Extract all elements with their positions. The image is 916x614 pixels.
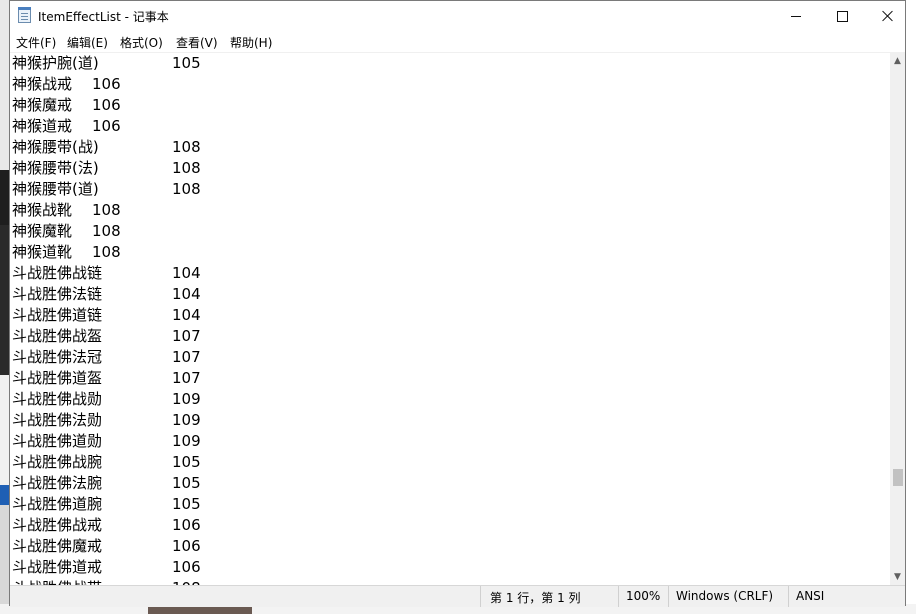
close-button[interactable] [865,1,911,31]
item-name: 神猴腰带(战) [12,138,99,156]
item-effect-value: 106 [92,117,121,135]
item-effect-value: 104 [172,306,201,324]
close-icon [882,10,894,22]
status-divider [788,586,789,607]
status-bar: 第 1 行，第 1 列 100% Windows (CRLF) ANSI [10,585,905,607]
status-divider [618,586,619,607]
item-effect-value: 105 [172,474,201,492]
menu-view[interactable]: 查看(V) [176,34,218,51]
item-effect-value: 106 [172,516,201,534]
scroll-down-icon[interactable]: ▼ [890,568,905,585]
item-name: 神猴道靴 [12,243,73,261]
item-effect-value: 108 [92,222,121,240]
item-name: 斗战胜佛法链 [12,285,103,303]
item-effect-value: 106 [92,96,121,114]
item-name: 斗战胜佛战腕 [12,453,103,471]
item-name: 斗战胜佛道链 [12,306,103,324]
title-bar: ItemEffectList - 记事本 [10,1,905,31]
status-encoding: ANSI [796,589,825,603]
item-effect-value: 108 [172,159,201,177]
item-name: 斗战胜佛道戒 [12,558,103,576]
item-name: 神猴战靴 [12,201,73,219]
background-desktop [906,0,916,614]
item-effect-value: 108 [172,138,201,156]
item-effect-value: 107 [172,369,201,387]
item-effect-value: 106 [92,75,121,93]
item-name: 神猴腰带(法) [12,159,99,177]
status-divider [480,586,481,607]
item-name: 斗战胜佛道勋 [12,432,103,450]
item-effect-value: 108 [92,201,121,219]
item-effect-value: 106 [172,537,201,555]
menu-help[interactable]: 帮助(H) [230,34,272,51]
item-name: 神猴腰带(道) [12,180,99,198]
minimize-icon [791,15,801,17]
item-effect-value: 107 [172,348,201,366]
window-title: ItemEffectList - 记事本 [38,10,169,24]
scroll-thumb[interactable] [893,469,903,486]
item-name: 神猴战戒 [12,75,73,93]
item-effect-value: 108 [172,180,201,198]
item-effect-value: 107 [172,327,201,345]
item-name: 斗战胜佛道腕 [12,495,103,513]
item-effect-value: 108 [92,243,121,261]
item-name: 斗战胜佛战链 [12,264,103,282]
notepad-window: ItemEffectList - 记事本 文件(F) 编辑(E) 格式(O) 查… [9,0,906,607]
item-name: 神猴护腕(道) [12,54,99,72]
item-name: 斗战胜佛战盔 [12,327,103,345]
item-effect-value: 105 [172,54,201,72]
menu-file[interactable]: 文件(F) [16,34,56,51]
item-name: 斗战胜佛道盔 [12,369,103,387]
item-name: 神猴道戒 [12,117,73,135]
item-name: 斗战胜佛法冠 [12,348,103,366]
vertical-scrollbar[interactable]: ▲ ▼ [890,52,905,585]
item-effect-value: 109 [172,432,201,450]
item-name: 斗战胜佛战勋 [12,390,103,408]
item-effect-value: 105 [172,453,201,471]
item-effect-value: 104 [172,264,201,282]
status-zoom: 100% [626,589,661,603]
item-effect-value: 109 [172,390,201,408]
item-name: 神猴魔靴 [12,222,73,240]
menu-format[interactable]: 格式(O) [120,34,163,51]
status-cursor-position: 第 1 行，第 1 列 [490,591,581,605]
status-line-ending: Windows (CRLF) [676,589,774,603]
maximize-icon [836,10,848,22]
minimize-button[interactable] [773,1,819,31]
status-divider [668,586,669,607]
item-name: 斗战胜佛法勋 [12,411,103,429]
item-name: 斗战胜佛魔戒 [12,537,103,555]
menu-bar: 文件(F) 编辑(E) 格式(O) 查看(V) 帮助(H) [10,31,905,51]
item-effect-value: 109 [172,411,201,429]
menu-edit[interactable]: 编辑(E) [67,34,108,51]
item-name: 神猴魔戒 [12,96,73,114]
item-name: 斗战胜佛法腕 [12,474,103,492]
text-editor[interactable]: 神猴护腕(道) 105 神猴战戒 106 神猴魔戒 106 神猴道戒 106 神猴腰带(战) 10… [10,52,890,586]
scroll-up-icon[interactable]: ▲ [890,52,905,69]
item-effect-value: 106 [172,558,201,576]
maximize-button[interactable] [819,1,865,31]
item-effect-value: 105 [172,495,201,513]
item-effect-value: 104 [172,285,201,303]
notepad-icon [18,7,31,23]
item-name: 斗战胜佛战戒 [12,516,103,534]
